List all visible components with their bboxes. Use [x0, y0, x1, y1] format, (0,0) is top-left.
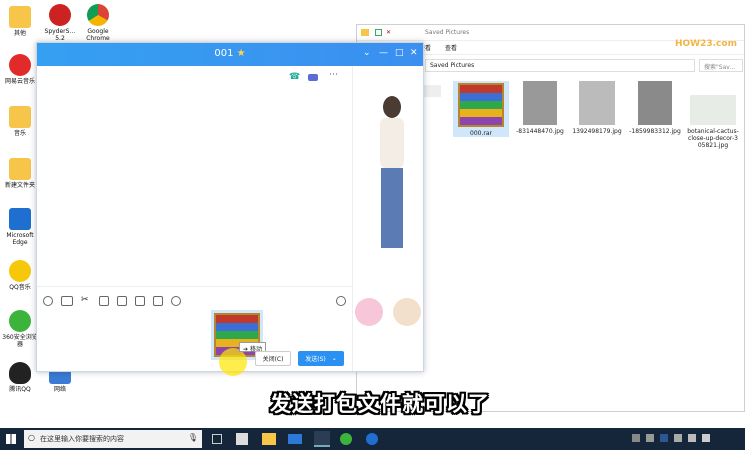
file-item[interactable]: 1392498179.jpg: [569, 81, 625, 135]
avatar[interactable]: [393, 298, 421, 326]
chrome-icon: [87, 4, 109, 26]
chat-titlebar: 001 ★ ⌄ — □ ✕: [37, 43, 423, 66]
chat-main: ☎ ⋯ ✂ ➔ 移动 关闭(C) 发送(S) ⌄: [37, 66, 353, 376]
desktop-icon-new-folder[interactable]: 新建文件夹: [0, 158, 40, 189]
emoji-icon[interactable]: [43, 296, 53, 306]
file-item[interactable]: -831448470.jpg: [512, 81, 568, 135]
keyboard-icon[interactable]: [674, 434, 682, 442]
video-subtitle: 发送打包文件就可以了: [270, 392, 490, 416]
phone-call-icon[interactable]: ☎: [289, 72, 300, 82]
netease-music-icon: [9, 54, 31, 76]
rar-archive-icon: [458, 83, 504, 127]
desktop-icon-qq-music[interactable]: QQ音乐: [0, 260, 40, 291]
desktop-icon-360-browser[interactable]: 360安全浏览器: [0, 310, 40, 348]
screen-icon[interactable]: [153, 296, 163, 306]
image-thumbnail: [690, 95, 736, 125]
microphone-icon[interactable]: 🎙: [188, 433, 198, 442]
image-icon[interactable]: [135, 296, 145, 306]
tab-view[interactable]: 查看: [445, 43, 457, 52]
desktop-icon-network[interactable]: 网络: [40, 370, 80, 393]
site-watermark: HOW23.com: [675, 39, 737, 49]
qq-penguin-icon: [9, 362, 31, 384]
scissors-icon[interactable]: ✂: [81, 296, 91, 306]
360-browser-icon[interactable]: [340, 433, 352, 445]
send-button[interactable]: 发送(S) ⌄: [298, 351, 344, 366]
more-icon[interactable]: [171, 296, 181, 306]
desktop-icon-edge[interactable]: Microsoft Edge: [0, 208, 40, 246]
save-icon[interactable]: [375, 29, 382, 36]
file-item[interactable]: 000.rar: [453, 81, 509, 137]
avatar-show-figure: [373, 96, 411, 296]
address-bar[interactable]: Saved Pictures: [425, 59, 695, 72]
desktop-icon-tencent-qq[interactable]: 腾讯QQ: [0, 362, 40, 393]
close-button[interactable]: 关闭(C): [255, 351, 291, 366]
qq-penguin-icon[interactable]: [314, 431, 330, 447]
folder-icon: [9, 6, 31, 28]
image-thumbnail: [638, 81, 672, 125]
file-item[interactable]: -1859983312.jpg: [627, 81, 683, 135]
desktop-icon-other[interactable]: 其他: [0, 6, 40, 37]
qq-music-icon: [9, 260, 31, 282]
apps-icon[interactable]: [117, 296, 127, 306]
explorer-title: Saved Pictures: [425, 29, 470, 36]
delete-icon[interactable]: ✕: [386, 29, 391, 36]
notification-icon[interactable]: [646, 434, 654, 442]
spyder-icon: [49, 4, 71, 26]
volume-icon[interactable]: [702, 434, 710, 442]
gif-icon[interactable]: [61, 296, 73, 306]
arrow-icon: ➔: [243, 346, 249, 353]
star-icon: ★: [236, 48, 246, 59]
windows-start-icon[interactable]: [6, 434, 16, 444]
people-icon[interactable]: [632, 434, 640, 442]
search-input[interactable]: 搜索"Sav...: [699, 59, 743, 72]
taskbar-search-input[interactable]: ○ 在这里输入你要搜索的内容 🎙: [24, 430, 202, 448]
store-icon[interactable]: [236, 433, 248, 445]
image-thumbnail: [579, 81, 615, 125]
chat-sidebar: [353, 66, 423, 371]
desktop-icon-chrome[interactable]: Google Chrome: [78, 4, 118, 42]
360-browser-icon: [9, 310, 31, 332]
more-icon[interactable]: ⋯: [329, 70, 338, 80]
image-thumbnail: [523, 81, 557, 125]
edge-icon[interactable]: [366, 433, 378, 445]
network-icon[interactable]: [688, 434, 696, 442]
desktop-icon-spyder[interactable]: SpyderS… 5.2: [40, 4, 80, 42]
desktop-icon-netease-music[interactable]: 网易云音乐: [0, 54, 40, 85]
desktop-icon-music[interactable]: 音乐: [0, 106, 40, 137]
chevron-down-icon[interactable]: ⌄: [363, 48, 371, 58]
clock-icon[interactable]: [336, 296, 346, 306]
avatar[interactable]: [355, 298, 383, 326]
minimize-icon[interactable]: —: [379, 48, 388, 58]
folder-icon: [9, 158, 31, 180]
input-toolbar: ✂: [43, 294, 346, 308]
close-icon[interactable]: ✕: [410, 48, 418, 58]
message-history: ☎ ⋯: [37, 66, 352, 271]
maximize-icon[interactable]: □: [395, 48, 404, 58]
network-icon: [49, 370, 71, 384]
mail-icon[interactable]: [288, 434, 302, 444]
word-icon[interactable]: [660, 434, 668, 442]
search-icon: ○: [28, 433, 35, 442]
folder-icon: [361, 29, 369, 36]
folder-icon: [9, 106, 31, 128]
chevron-down-icon[interactable]: ⌄: [332, 355, 337, 362]
divider: [37, 286, 352, 287]
file-explorer-icon[interactable]: [262, 433, 276, 445]
chat-window: 001 ★ ⌄ — □ ✕ ☎ ⋯ ✂ ➔ 移动 关闭(C) 发送(S) ⌄: [36, 42, 424, 376]
taskbar: ○ 在这里输入你要搜索的内容 🎙: [0, 428, 745, 450]
folder-icon[interactable]: [99, 296, 109, 306]
file-item[interactable]: botanical-cactus-close-up-decor-305821.j…: [687, 81, 739, 149]
task-view-icon[interactable]: [212, 434, 222, 444]
chat-title: 001: [214, 48, 234, 59]
edge-icon: [9, 208, 31, 230]
system-tray: [632, 434, 732, 444]
video-call-icon[interactable]: [308, 74, 318, 81]
